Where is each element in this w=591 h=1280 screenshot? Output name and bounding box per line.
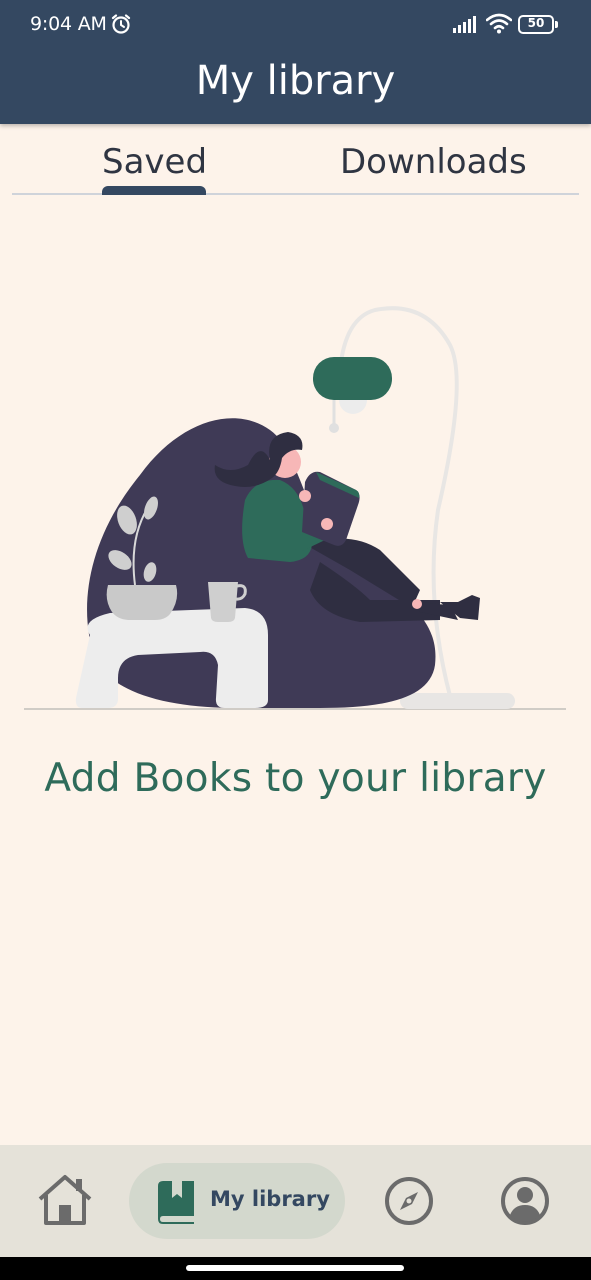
- book-icon: [158, 1181, 194, 1224]
- nav-profile[interactable]: [490, 1163, 560, 1239]
- page-title: My library: [195, 58, 396, 104]
- nav-explore[interactable]: [374, 1163, 444, 1239]
- wifi-icon: [486, 13, 512, 34]
- tab-saved[interactable]: Saved: [102, 142, 207, 182]
- gesture-handle[interactable]: [186, 1265, 404, 1271]
- signal-icon: [453, 16, 476, 33]
- status-bar: 9:04 AM 50: [0, 0, 591, 50]
- battery-level: 50: [527, 16, 545, 30]
- library-tabs: Saved Downloads: [12, 124, 579, 196]
- account-icon: [501, 1177, 549, 1225]
- bottom-navigation: My library: [0, 1145, 591, 1257]
- reading-woman-illustration: [24, 306, 566, 710]
- battery-icon: 50: [518, 15, 558, 35]
- tab-downloads[interactable]: Downloads: [340, 142, 527, 182]
- nav-home[interactable]: [30, 1163, 100, 1239]
- home-icon: [38, 1175, 92, 1225]
- compass-icon: [385, 1177, 433, 1225]
- alarm-icon: [111, 14, 131, 34]
- app-header: 9:04 AM 50 My library: [0, 0, 591, 124]
- system-gesture-bar: [0, 1257, 591, 1280]
- status-time: 9:04 AM: [30, 13, 107, 35]
- nav-my-library[interactable]: My library: [129, 1163, 345, 1239]
- empty-state-message: Add Books to your library: [44, 756, 547, 801]
- nav-my-library-label: My library: [210, 1187, 330, 1211]
- tab-selected-indicator: [102, 186, 206, 195]
- my-library-screen: 9:04 AM 50 My library Saved Downloads Ad…: [0, 0, 591, 1280]
- tab-divider: [12, 193, 579, 195]
